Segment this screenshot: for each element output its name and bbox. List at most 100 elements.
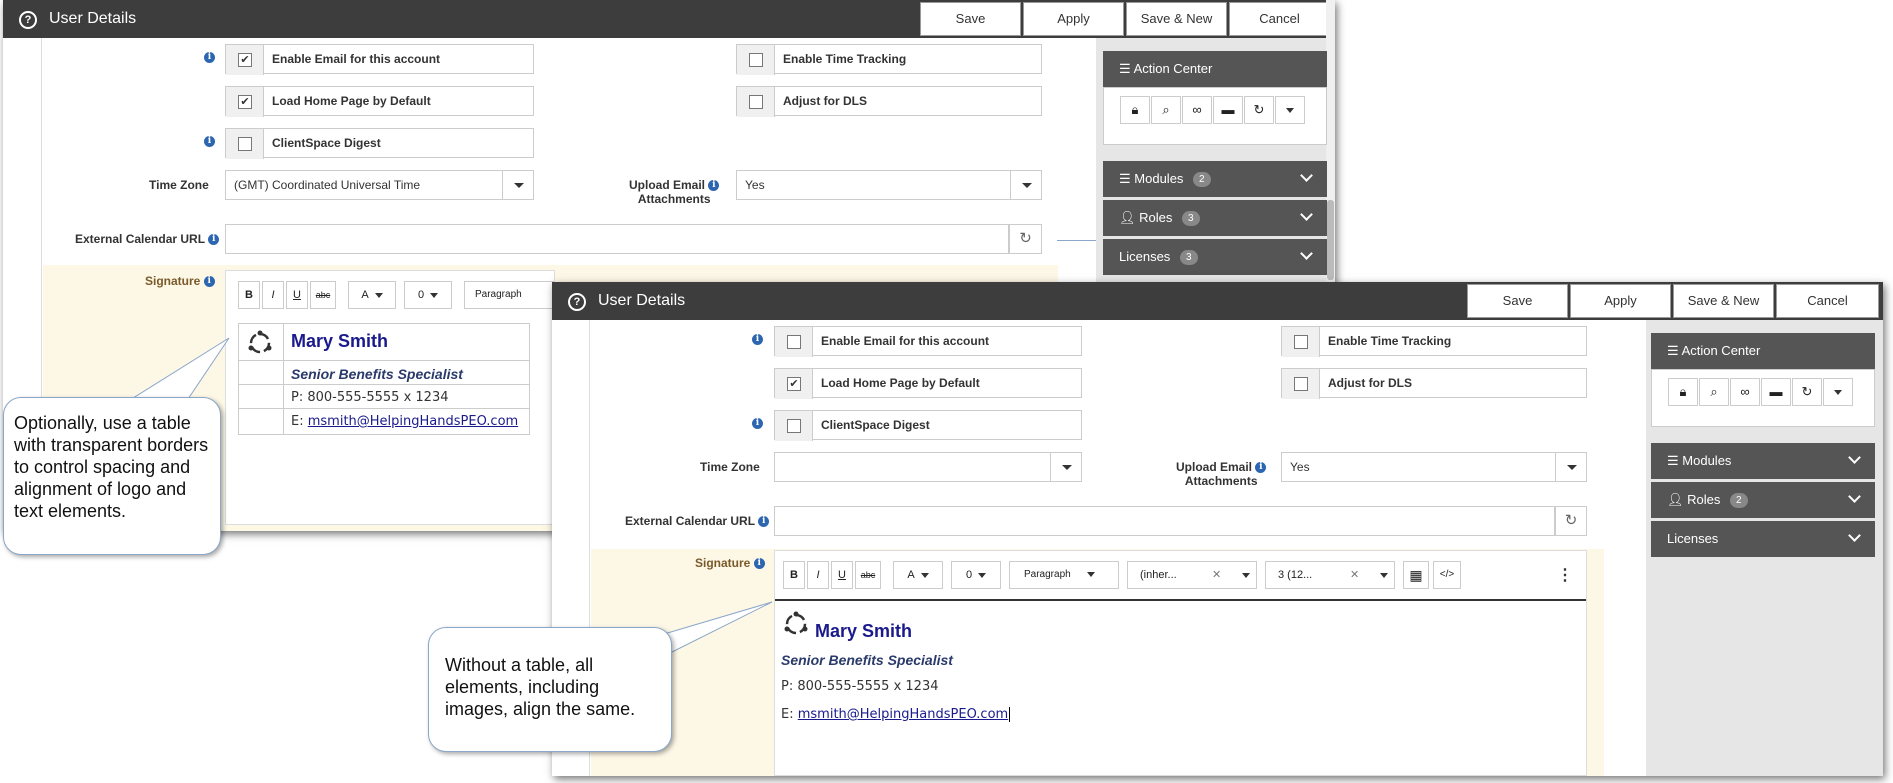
info-icon[interactable]: i: [753, 558, 765, 570]
modules-panel[interactable]: ☰ Modules: [1651, 443, 1875, 479]
paragraph-select[interactable]: Paragraph: [464, 281, 554, 309]
italic-button[interactable]: I: [262, 281, 284, 309]
external-calendar-input[interactable]: [774, 506, 1555, 536]
enable-email-checkbox[interactable]: [787, 335, 801, 349]
highlight-button[interactable]: 0: [951, 561, 1001, 589]
info-icon[interactable]: i: [203, 276, 215, 288]
time-zone-select[interactable]: [774, 452, 1082, 482]
info-icon[interactable]: i: [204, 136, 215, 147]
adjust-dls-checkbox-field[interactable]: Adjust for DLS: [736, 86, 1042, 117]
signature-email-link[interactable]: msmith@HelpingHandsPEO.com: [308, 414, 518, 429]
table-icon[interactable]: ▦: [1403, 561, 1429, 589]
digest-checkbox-field[interactable]: ClientSpace Digest: [225, 128, 534, 159]
time-tracking-checkbox[interactable]: [1294, 335, 1308, 349]
roles-panel[interactable]: 👤︎ Roles 2: [1651, 482, 1875, 518]
folder-icon[interactable]: ▬: [1761, 378, 1791, 406]
cancel-button[interactable]: Cancel: [1229, 2, 1330, 36]
font-color-button[interactable]: A: [893, 561, 943, 589]
time-tracking-checkbox[interactable]: [749, 53, 763, 67]
digest-checkbox-field[interactable]: ClientSpace Digest: [774, 410, 1082, 441]
info-icon[interactable]: i: [752, 334, 763, 345]
action-center-header[interactable]: ☰ Action Center: [1651, 333, 1875, 369]
adjust-dls-checkbox[interactable]: [749, 95, 763, 109]
more-dropdown-button[interactable]: [1823, 378, 1853, 406]
more-options-icon[interactable]: ⋮: [1557, 565, 1573, 585]
time-tracking-checkbox-field[interactable]: Enable Time Tracking: [736, 44, 1042, 75]
info-icon[interactable]: i: [1255, 462, 1267, 474]
adjust-dls-checkbox[interactable]: [1294, 377, 1308, 391]
save-new-button[interactable]: Save & New: [1673, 284, 1774, 318]
licenses-panel[interactable]: Licenses: [1651, 521, 1875, 557]
load-home-checkbox[interactable]: ✔: [787, 377, 801, 391]
search-icon[interactable]: ⌕: [1699, 378, 1729, 406]
load-home-checkbox-field[interactable]: ✔ Load Home Page by Default: [225, 86, 534, 117]
glasses-icon[interactable]: ∞: [1730, 378, 1760, 406]
enable-email-checkbox-field[interactable]: ✔ Enable Email for this account: [225, 44, 534, 75]
underline-button[interactable]: U: [286, 281, 308, 309]
lock-icon[interactable]: 🔒︎: [1120, 96, 1150, 124]
time-zone-dropdown-button[interactable]: [502, 171, 533, 199]
info-icon[interactable]: i: [758, 516, 770, 528]
cancel-button[interactable]: Cancel: [1776, 284, 1879, 318]
info-icon[interactable]: i: [708, 180, 720, 192]
time-zone-dropdown-button[interactable]: [1050, 453, 1081, 481]
signature-email-link[interactable]: msmith@HelpingHandsPEO.com: [798, 707, 1008, 722]
more-dropdown-button[interactable]: [1275, 96, 1305, 124]
save-button[interactable]: Save: [1467, 284, 1568, 318]
apply-button[interactable]: Apply: [1570, 284, 1671, 318]
adjust-dls-checkbox-field[interactable]: Adjust for DLS: [1281, 368, 1587, 399]
font-size-select[interactable]: 3 (12... ✕: [1265, 561, 1395, 589]
info-icon[interactable]: i: [752, 418, 763, 429]
italic-button[interactable]: I: [807, 561, 829, 589]
enable-email-checkbox-field[interactable]: Enable Email for this account: [774, 326, 1082, 357]
modules-panel[interactable]: ☰ Modules 2: [1103, 161, 1327, 197]
save-new-button[interactable]: Save & New: [1126, 2, 1227, 36]
refresh-icon[interactable]: ↻: [1244, 96, 1274, 124]
time-zone-select[interactable]: (GMT) Coordinated Universal Time: [225, 170, 534, 200]
folder-icon[interactable]: ▬: [1213, 96, 1243, 124]
licenses-panel[interactable]: Licenses 3: [1103, 239, 1327, 275]
code-view-button[interactable]: </>: [1433, 561, 1461, 589]
font-color-button[interactable]: A: [348, 281, 396, 309]
upload-dropdown-button[interactable]: [1555, 453, 1586, 481]
refresh-icon[interactable]: ↻: [1792, 378, 1822, 406]
bold-button[interactable]: B: [238, 281, 260, 309]
enable-email-checkbox[interactable]: ✔: [238, 53, 252, 67]
clear-icon[interactable]: ✕: [1212, 562, 1221, 588]
refresh-icon[interactable]: ↻: [1009, 224, 1042, 254]
digest-checkbox[interactable]: [787, 419, 801, 433]
apply-button[interactable]: Apply: [1023, 2, 1124, 36]
upload-attachments-select[interactable]: Yes: [736, 170, 1042, 200]
search-icon[interactable]: ⌕: [1151, 96, 1181, 124]
underline-button[interactable]: U: [831, 561, 853, 589]
lock-icon[interactable]: 🔒︎: [1668, 378, 1698, 406]
action-center-header[interactable]: ☰ Action Center: [1103, 51, 1327, 87]
glasses-icon[interactable]: ∞: [1182, 96, 1212, 124]
highlight-button[interactable]: 0: [404, 281, 452, 309]
info-icon[interactable]: i: [204, 52, 215, 63]
roles-panel[interactable]: 👤︎ Roles 3: [1103, 200, 1327, 236]
bold-button[interactable]: B: [783, 561, 805, 589]
signature-editor[interactable]: B I U abc A 0 Paragraph (inher... ✕ 3 (12…: [774, 550, 1587, 776]
paragraph-label: Paragraph: [1024, 569, 1071, 580]
refresh-icon[interactable]: ↻: [1555, 506, 1587, 536]
digest-checkbox[interactable]: [238, 137, 252, 151]
upload-dropdown-button[interactable]: [1010, 171, 1041, 199]
help-icon[interactable]: ?: [568, 293, 586, 311]
paragraph-select[interactable]: Paragraph: [1009, 561, 1119, 589]
strikethrough-button[interactable]: abc: [310, 281, 336, 309]
scrollbar-thumb[interactable]: [1327, 200, 1334, 280]
signature-editor[interactable]: B I U abc A 0 Paragraph Mary Smith Senio…: [225, 270, 555, 525]
help-icon[interactable]: ?: [19, 11, 37, 29]
save-button[interactable]: Save: [920, 2, 1021, 36]
load-home-checkbox[interactable]: ✔: [238, 95, 252, 109]
chevron-down-icon: [1022, 183, 1032, 188]
clear-icon[interactable]: ✕: [1350, 562, 1359, 588]
time-tracking-checkbox-field[interactable]: Enable Time Tracking: [1281, 326, 1587, 357]
load-home-checkbox-field[interactable]: ✔ Load Home Page by Default: [774, 368, 1082, 399]
font-family-select[interactable]: (inher... ✕: [1127, 561, 1257, 589]
info-icon[interactable]: i: [208, 234, 220, 246]
strikethrough-button[interactable]: abc: [855, 561, 881, 589]
upload-attachments-select[interactable]: Yes: [1281, 452, 1587, 482]
external-calendar-input[interactable]: [225, 224, 1009, 254]
